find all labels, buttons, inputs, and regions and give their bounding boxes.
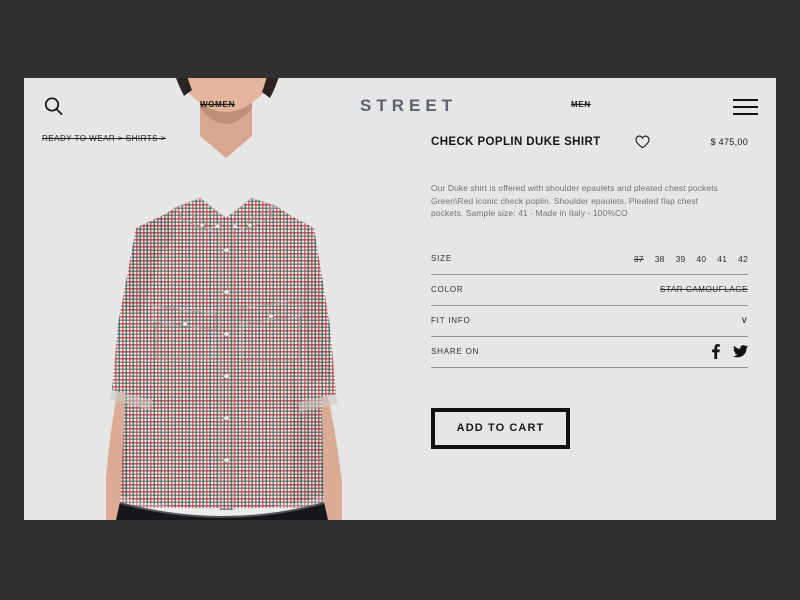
heart-icon[interactable]	[635, 135, 650, 149]
product-card: WOMEN STREET MEN READY TO WEAR > SHIRTS …	[24, 78, 776, 520]
product-details-panel: CHECK POPLIN DUKE SHIRT $ 475,00 Our Duk…	[431, 132, 748, 449]
nav-link-men[interactable]: MEN	[571, 100, 591, 109]
breadcrumb[interactable]: READY TO WEAR > SHIRTS >	[42, 134, 166, 143]
model-wearing-shirt-image	[24, 78, 424, 520]
facebook-icon[interactable]	[711, 344, 720, 360]
size-option-41[interactable]: 41	[717, 254, 727, 264]
color-row: COLOR STAR CAMOUFLAGE	[431, 275, 748, 306]
description-line-3: pockets. Sample size: 41 - Made in Italy…	[431, 208, 628, 219]
product-photo	[24, 78, 424, 520]
share-label: SHARE ON	[431, 347, 480, 357]
product-price: $ 475,00	[710, 137, 748, 147]
site-logo[interactable]: STREET	[360, 96, 457, 116]
search-icon[interactable]	[42, 95, 66, 119]
description-line-1: Our Duke shirt is offered with shoulder …	[431, 183, 719, 193]
share-row: SHARE ON	[431, 337, 748, 368]
product-spec-list: SIZE 37 38 39 40 41 42 COLOR STAR CAMOUF…	[431, 244, 748, 368]
twitter-icon[interactable]	[733, 345, 748, 358]
size-label: SIZE	[431, 254, 452, 264]
size-options: 37 38 39 40 41 42	[623, 254, 748, 264]
color-label: COLOR	[431, 285, 464, 295]
share-icons	[711, 344, 748, 360]
size-option-40[interactable]: 40	[696, 254, 706, 264]
size-option-42[interactable]: 42	[738, 254, 748, 264]
fit-info-row[interactable]: FIT INFO ∨	[431, 306, 748, 337]
site-header: WOMEN STREET MEN	[24, 78, 776, 136]
description-line-2: Green\Red iconic check poplin. Shoulder …	[431, 195, 699, 206]
add-to-cart-label: ADD TO CART	[456, 422, 545, 435]
color-option-star-camouflage[interactable]: STAR CAMOUFLAGE	[660, 285, 748, 294]
fit-info-toggle[interactable]: ∨	[741, 315, 748, 326]
add-to-cart-button[interactable]: ADD TO CART	[431, 407, 570, 449]
size-option-39[interactable]: 39	[676, 254, 686, 264]
size-option-38[interactable]: 38	[655, 254, 665, 264]
hamburger-menu-icon[interactable]	[733, 99, 758, 116]
product-description: Our Duke shirt is offered with shoulder …	[431, 182, 748, 220]
size-row: SIZE 37 38 39 40 41 42	[431, 244, 748, 275]
nav-link-women[interactable]: WOMEN	[200, 100, 235, 109]
page-title: CHECK POPLIN DUKE SHIRT	[431, 136, 601, 148]
size-option-37[interactable]: 37	[634, 254, 644, 264]
fit-info-label: FIT INFO	[431, 316, 471, 326]
color-value-wrap: STAR CAMOUFLAGE	[660, 285, 748, 294]
chevron-down-icon[interactable]: ∨	[741, 315, 748, 326]
